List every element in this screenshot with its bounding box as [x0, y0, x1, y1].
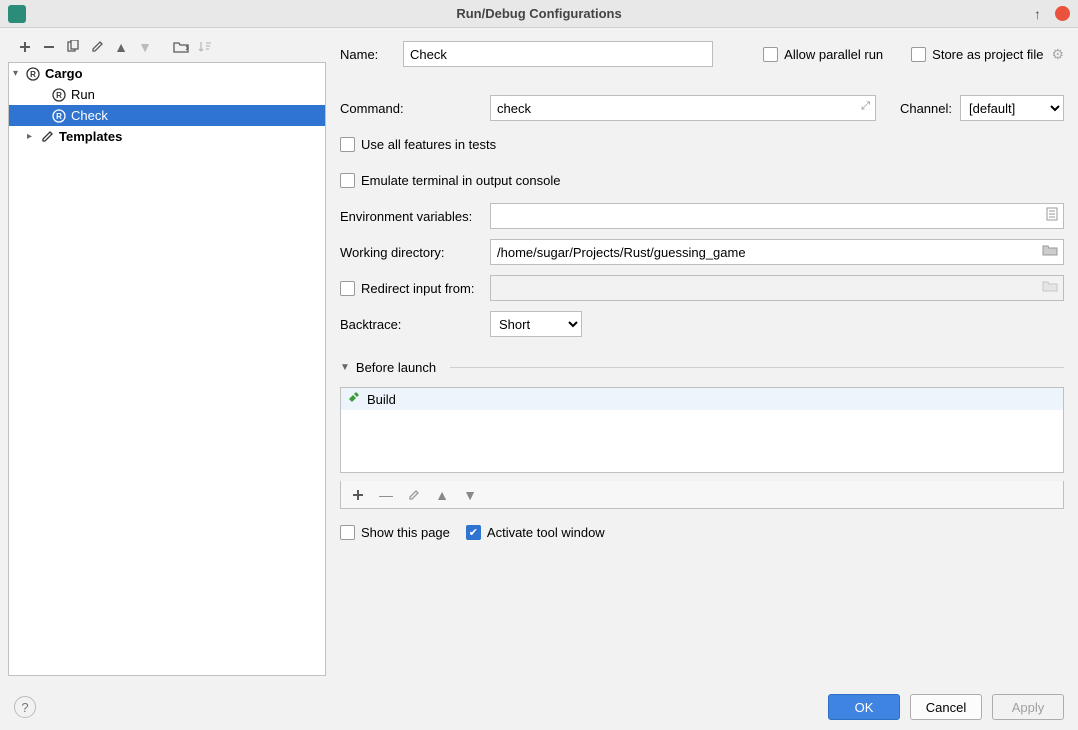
tree-label: Check: [71, 108, 108, 123]
config-form: Name: Allow parallel run Store as projec…: [326, 28, 1078, 684]
before-launch-item-label: Build: [367, 392, 396, 407]
copy-config-button[interactable]: [64, 38, 82, 56]
checkbox-icon: [911, 47, 926, 62]
tree-node-templates[interactable]: ▸ Templates: [9, 126, 325, 147]
move-down-button[interactable]: ▼: [136, 38, 154, 56]
ok-button[interactable]: OK: [828, 694, 900, 720]
activate-tool-window-checkbox[interactable]: ✔ Activate tool window: [466, 525, 605, 540]
folder-button[interactable]: [172, 38, 190, 56]
add-config-button[interactable]: [16, 38, 34, 56]
restore-icon[interactable]: ↑: [1034, 6, 1041, 22]
remove-config-button[interactable]: [40, 38, 58, 56]
checkbox-label: Show this page: [361, 525, 450, 540]
expand-icon[interactable]: ⤢: [861, 100, 870, 113]
show-this-page-checkbox[interactable]: Show this page: [340, 525, 450, 540]
checkbox-icon: [340, 137, 355, 152]
allow-parallel-checkbox[interactable]: Allow parallel run: [763, 47, 883, 62]
name-label: Name:: [340, 47, 395, 62]
svg-text:R: R: [56, 91, 62, 100]
edit-task-button[interactable]: [405, 486, 423, 504]
name-input[interactable]: [403, 41, 713, 67]
sidebar-toolbar: ▲ ▼: [8, 36, 326, 62]
tree-node-run[interactable]: R Run: [9, 84, 325, 105]
cargo-icon: R: [25, 66, 41, 82]
checkbox-label: Allow parallel run: [784, 47, 883, 62]
before-launch-header[interactable]: ▼ Before launch: [340, 360, 1064, 375]
workdir-input[interactable]: [490, 239, 1064, 265]
cancel-button[interactable]: Cancel: [910, 694, 982, 720]
wrench-icon: [39, 129, 55, 145]
app-icon: [8, 5, 26, 23]
checkbox-icon: [340, 173, 355, 188]
command-label: Command:: [340, 101, 482, 116]
hammer-icon: [347, 391, 361, 408]
chevron-down-icon: ▾: [13, 68, 25, 79]
command-input[interactable]: [490, 95, 876, 121]
tree-node-cargo[interactable]: ▾ R Cargo: [9, 63, 325, 84]
divider: [450, 367, 1064, 368]
checkbox-icon: [340, 281, 355, 296]
folder-icon[interactable]: [1042, 243, 1058, 259]
emulate-terminal-checkbox[interactable]: Emulate terminal in output console: [340, 173, 560, 188]
help-button[interactable]: ?: [14, 696, 36, 718]
sidebar: ▲ ▼ ▾ R Cargo R Run: [0, 28, 326, 684]
window-title: Run/Debug Configurations: [456, 6, 621, 21]
workdir-label: Working directory:: [340, 245, 482, 260]
checkbox-icon: [340, 525, 355, 540]
checkbox-label: Emulate terminal in output console: [361, 173, 560, 188]
folder-icon: [1042, 279, 1058, 295]
tree-label: Templates: [59, 129, 122, 144]
env-label: Environment variables:: [340, 209, 482, 224]
list-icon[interactable]: [1046, 207, 1058, 224]
sort-button[interactable]: [196, 38, 214, 56]
tree-node-check[interactable]: R Check: [9, 105, 325, 126]
store-project-file-checkbox[interactable]: Store as project file: [911, 47, 1043, 62]
checkbox-icon: ✔: [466, 525, 481, 540]
edit-defaults-button[interactable]: [88, 38, 106, 56]
gear-icon[interactable]: ⚙: [1051, 46, 1064, 63]
move-task-down-button[interactable]: ▼: [461, 486, 479, 504]
config-tree[interactable]: ▾ R Cargo R Run R Check ▸: [8, 62, 326, 676]
cargo-icon: R: [51, 87, 67, 103]
titlebar: Run/Debug Configurations ↑: [0, 0, 1078, 28]
remove-task-button[interactable]: —: [377, 486, 395, 504]
dialog-footer: ? OK Cancel Apply: [0, 684, 1078, 730]
channel-select[interactable]: [default]: [960, 95, 1064, 121]
checkbox-label: Redirect input from:: [361, 281, 474, 296]
checkbox-label: Store as project file: [932, 47, 1043, 62]
move-up-button[interactable]: ▲: [112, 38, 130, 56]
add-task-button[interactable]: [349, 486, 367, 504]
checkbox-label: Use all features in tests: [361, 137, 496, 152]
svg-text:R: R: [30, 70, 36, 79]
before-launch-toolbar: — ▲ ▼: [340, 481, 1064, 509]
before-launch-list[interactable]: Build: [340, 387, 1064, 473]
tree-label: Cargo: [45, 66, 83, 81]
before-launch-item[interactable]: Build: [341, 388, 1063, 410]
env-input[interactable]: [490, 203, 1064, 229]
use-all-features-checkbox[interactable]: Use all features in tests: [340, 137, 496, 152]
svg-text:R: R: [56, 112, 62, 121]
checkbox-icon: [763, 47, 778, 62]
tree-label: Run: [71, 87, 95, 102]
redirect-input: [490, 275, 1064, 301]
channel-label: Channel:: [900, 101, 952, 116]
redirect-input-checkbox[interactable]: Redirect input from:: [340, 281, 482, 296]
chevron-down-icon: ▼: [340, 362, 350, 373]
backtrace-label: Backtrace:: [340, 317, 482, 332]
checkbox-label: Activate tool window: [487, 525, 605, 540]
move-task-up-button[interactable]: ▲: [433, 486, 451, 504]
cargo-icon: R: [51, 108, 67, 124]
apply-button: Apply: [992, 694, 1064, 720]
backtrace-select[interactable]: Short: [490, 311, 582, 337]
chevron-right-icon: ▸: [27, 131, 39, 142]
close-icon[interactable]: [1055, 6, 1070, 21]
section-label: Before launch: [356, 360, 436, 375]
